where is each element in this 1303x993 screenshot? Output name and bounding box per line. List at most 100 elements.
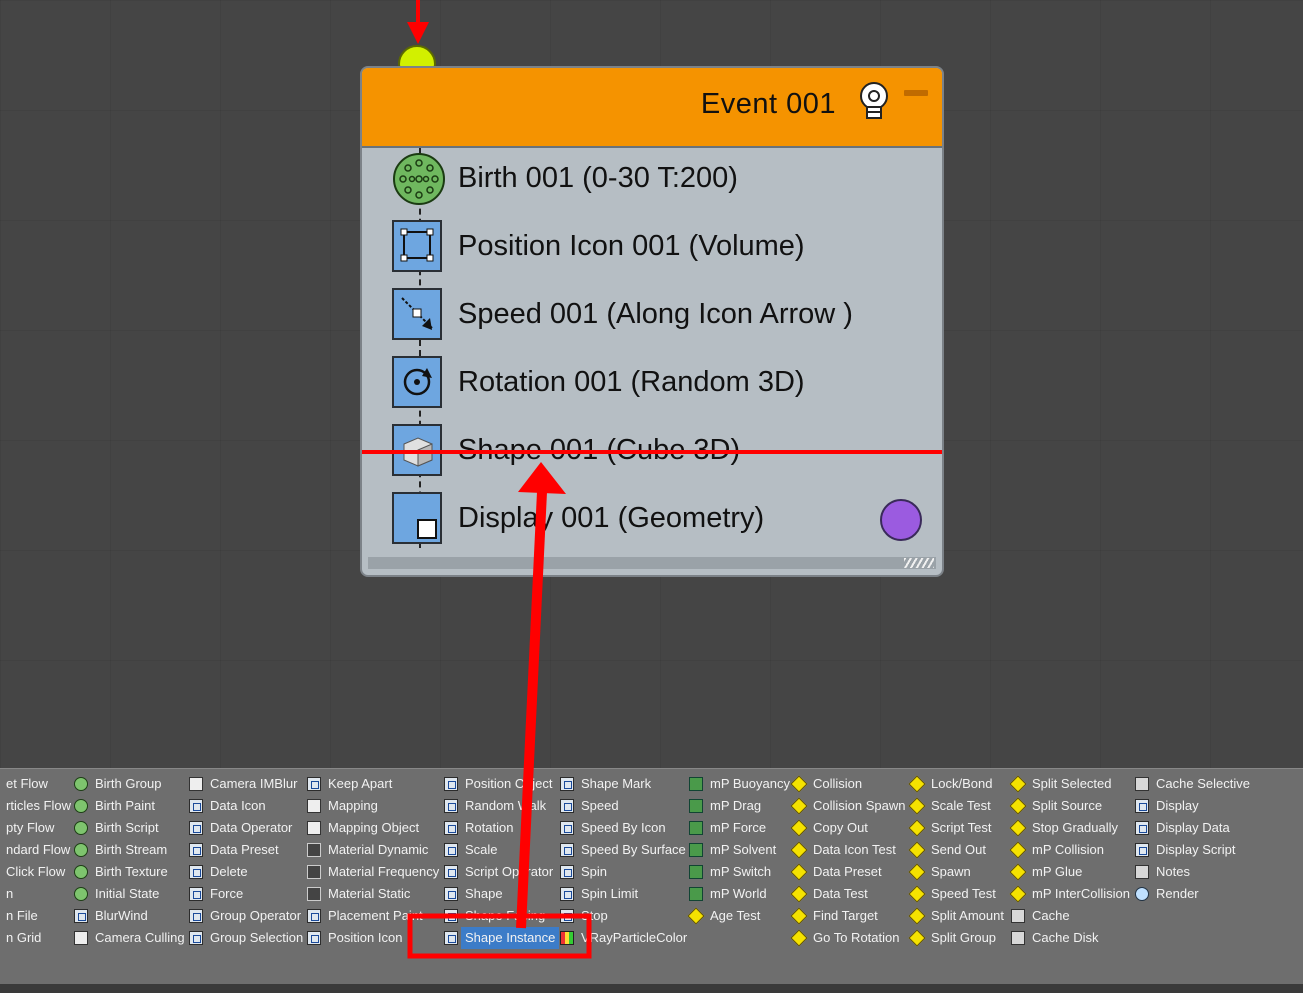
blurwind-icon xyxy=(74,909,88,923)
birth-texture-icon xyxy=(74,865,88,879)
scale-test-icon xyxy=(908,797,926,815)
send-out-icon xyxy=(908,841,926,859)
operator-label: Birth 001 (0-30 T:200) xyxy=(458,162,738,194)
speed-icon xyxy=(392,288,442,340)
data-operator-icon xyxy=(189,821,203,835)
mp-world-icon xyxy=(689,887,703,901)
speed-test-icon xyxy=(908,885,926,903)
data-preset-icon xyxy=(189,843,203,857)
notes-icon xyxy=(1135,865,1149,879)
resize-grip[interactable] xyxy=(904,558,934,568)
vray-particle-color-icon xyxy=(560,931,574,945)
mp-solvent-icon xyxy=(689,843,703,857)
birth-icon xyxy=(393,153,445,205)
event-title: Event 001 xyxy=(700,88,836,120)
collision-spawn-icon xyxy=(790,797,808,815)
mapping-icon xyxy=(307,799,321,813)
material-static-icon xyxy=(307,887,321,901)
camera-imblur-icon xyxy=(189,777,203,791)
mp-glue-icon xyxy=(1009,863,1027,881)
position-icon-icon xyxy=(392,220,442,272)
lightbulb-icon[interactable] xyxy=(856,81,892,121)
cache-selective-icon xyxy=(1135,777,1149,791)
data-preset-icon xyxy=(790,863,808,881)
event-footer xyxy=(368,557,936,569)
speed-by-icon-icon xyxy=(560,821,574,835)
rotation-icon xyxy=(392,356,442,408)
material-dynamic-icon xyxy=(307,843,321,857)
display-script-icon xyxy=(1135,843,1149,857)
shape-icon xyxy=(392,424,442,476)
position-icon-icon xyxy=(307,931,321,945)
force-icon xyxy=(189,887,203,901)
event-header[interactable]: Event 001 xyxy=(362,68,942,148)
delete-icon xyxy=(189,865,203,879)
random-walk-icon xyxy=(444,799,458,813)
operator-rotation[interactable]: Rotation 001 (Random 3D) xyxy=(392,356,932,410)
birth-script-icon xyxy=(74,821,88,835)
shape-mark-icon xyxy=(560,777,574,791)
operator-birth[interactable]: Birth 001 (0-30 T:200) xyxy=(392,152,932,206)
material-frequency-icon xyxy=(307,865,321,879)
speed-by-surface-icon xyxy=(560,843,574,857)
operator-shape[interactable]: Shape 001 (Cube 3D) xyxy=(392,424,932,478)
birth-paint-icon xyxy=(74,799,88,813)
position-object-icon xyxy=(444,777,458,791)
go-to-rotation-icon xyxy=(790,929,808,947)
split-selected-icon xyxy=(1009,775,1027,793)
script-test-icon xyxy=(908,819,926,837)
data-icon-test-icon xyxy=(790,841,808,859)
mapping-object-icon xyxy=(307,821,321,835)
stop-icon xyxy=(560,909,574,923)
operator-position-icon[interactable]: Position Icon 001 (Volume) xyxy=(392,220,932,274)
script-operator-icon xyxy=(444,865,458,879)
shape-icon xyxy=(444,887,458,901)
operator-wire xyxy=(419,148,421,548)
shape-facing-icon xyxy=(444,909,458,923)
display-color-swatch[interactable] xyxy=(880,499,922,541)
cache-disk-icon xyxy=(1011,931,1025,945)
spin-icon xyxy=(560,865,574,879)
mp-force-icon xyxy=(689,821,703,835)
split-source-icon xyxy=(1009,797,1027,815)
shape-instance-icon xyxy=(444,931,458,945)
cache-icon xyxy=(1011,909,1025,923)
mp-buoyancy-icon xyxy=(689,777,703,791)
display-icon xyxy=(392,492,442,544)
operator-depot: et Flow rticles Flow pty Flow ndard Flow… xyxy=(0,768,1303,985)
find-target-icon xyxy=(790,907,808,925)
spawn-icon xyxy=(908,863,926,881)
operator-label: Position Icon 001 (Volume) xyxy=(458,230,805,262)
camera-culling-icon xyxy=(74,931,88,945)
scale-icon xyxy=(444,843,458,857)
display-icon xyxy=(1135,799,1149,813)
rotation-icon xyxy=(444,821,458,835)
placement-paint-icon xyxy=(307,909,321,923)
operator-label: Rotation 001 (Random 3D) xyxy=(458,366,805,398)
event-node[interactable]: Event 001 Birth 001 (0-30 T:200) Positio… xyxy=(360,66,944,577)
collision-icon xyxy=(790,775,808,793)
age-test-icon xyxy=(687,907,705,925)
minimize-button[interactable] xyxy=(904,90,928,96)
lock-bond-icon xyxy=(908,775,926,793)
stop-gradually-icon xyxy=(1009,819,1027,837)
group-operator-icon xyxy=(189,909,203,923)
split-group-icon xyxy=(908,929,926,947)
split-amount-icon xyxy=(908,907,926,925)
group-selection-icon xyxy=(189,931,203,945)
depot-bottom-bar xyxy=(0,984,1303,993)
birth-group-icon xyxy=(74,777,88,791)
mp-drag-icon xyxy=(689,799,703,813)
copy-out-icon xyxy=(790,819,808,837)
operator-label: Display 001 (Geometry) xyxy=(458,502,765,534)
render-icon xyxy=(1135,887,1149,901)
operator-display[interactable]: Display 001 (Geometry) xyxy=(392,492,932,546)
operator-label: Shape 001 (Cube 3D) xyxy=(458,434,741,466)
mp-collision-icon xyxy=(1009,841,1027,859)
operator-label: Speed 001 (Along Icon Arrow ) xyxy=(458,298,853,330)
mp-intercollision-icon xyxy=(1009,885,1027,903)
data-test-icon xyxy=(790,885,808,903)
operator-speed[interactable]: Speed 001 (Along Icon Arrow ) xyxy=(392,288,932,342)
display-data-icon xyxy=(1135,821,1149,835)
mp-switch-icon xyxy=(689,865,703,879)
